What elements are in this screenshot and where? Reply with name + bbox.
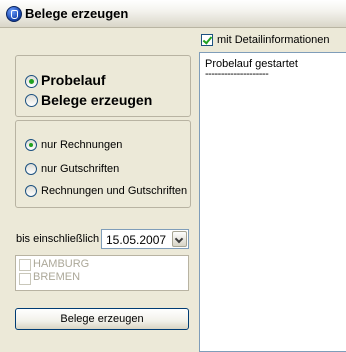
date-picker[interactable]: 15.05.2007 <box>101 229 189 249</box>
log-panel[interactable]: Probelauf gestartet -------------------- <box>199 52 346 352</box>
rechnungen-und-gutschriften-label[interactable]: Rechnungen und Gutschriften <box>41 185 187 197</box>
hamburg-label: HAMBURG <box>33 258 90 270</box>
nur-rechnungen-label[interactable]: nur Rechnungen <box>41 139 122 151</box>
title-bar: Belege erzeugen <box>0 0 346 28</box>
detail-info-label: mit Detailinformationen <box>217 34 330 46</box>
belege-erzeugen-radio[interactable] <box>25 94 38 107</box>
nur-gutschriften-radio[interactable] <box>25 163 37 175</box>
chevron-down-icon[interactable] <box>172 231 187 247</box>
probelauf-label[interactable]: Probelauf <box>41 72 106 88</box>
detail-info-checkbox[interactable] <box>201 34 213 46</box>
nur-rechnungen-radio[interactable] <box>25 139 37 151</box>
probelauf-radio[interactable] <box>25 75 38 88</box>
nur-gutschriften-label[interactable]: nur Gutschriften <box>41 163 119 175</box>
belege-erzeugen-label[interactable]: Belege erzeugen <box>41 92 152 108</box>
location-list[interactable]: HAMBURG BREMEN <box>15 255 189 291</box>
document-type-group: nur Rechnungen nur Gutschriften Rechnung… <box>15 120 191 208</box>
log-line: -------------------- <box>205 68 269 80</box>
belege-erzeugen-button[interactable]: Belege erzeugen <box>15 308 189 330</box>
rechnungen-und-gutschriften-radio[interactable] <box>25 185 37 197</box>
mode-group: Probelauf Belege erzeugen <box>15 55 191 117</box>
bremen-checkbox <box>19 273 31 285</box>
hamburg-checkbox <box>19 259 31 271</box>
app-icon <box>6 6 22 22</box>
main-window: Belege erzeugen mit Detailinformationen … <box>0 0 346 352</box>
window-title: Belege erzeugen <box>25 6 129 21</box>
bremen-label: BREMEN <box>33 271 81 283</box>
date-label: bis einschließlich <box>16 233 100 245</box>
date-value[interactable]: 15.05.2007 <box>106 233 166 247</box>
